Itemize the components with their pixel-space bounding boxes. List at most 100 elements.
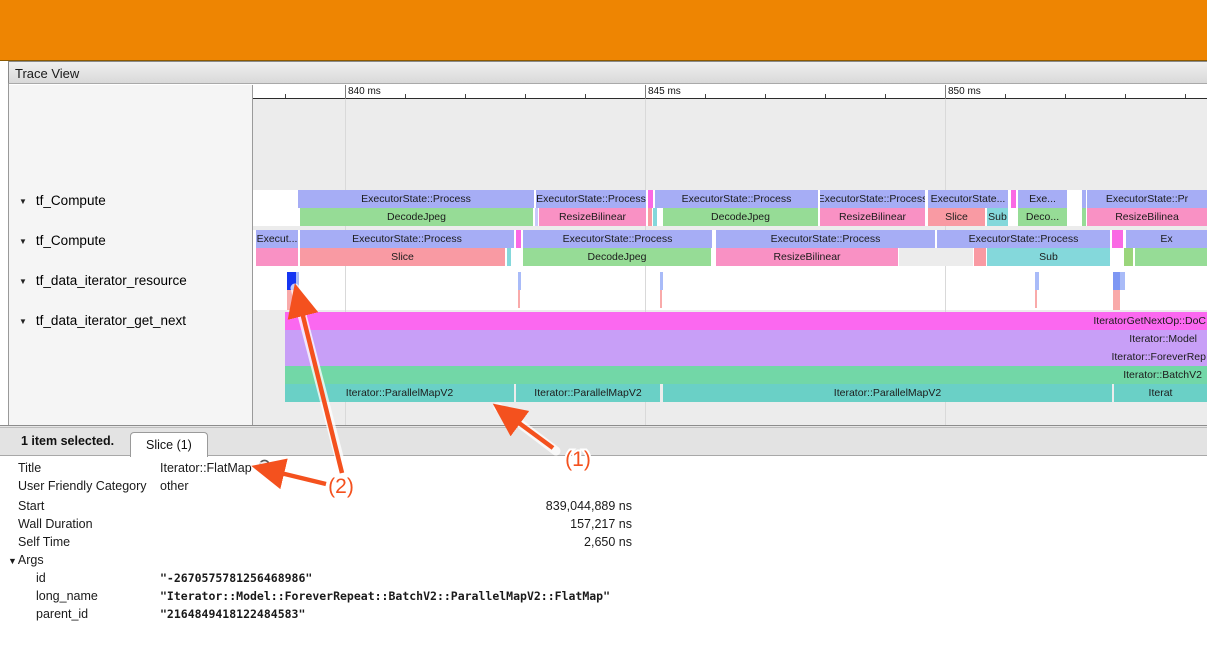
trace-slice[interactable] [648,190,653,208]
trace-slice[interactable]: Ex [1126,230,1207,248]
trace-slice[interactable]: Deco... [1018,208,1067,226]
trace-slice[interactable]: Iterator::ParallelMapV2 [663,384,1112,402]
trace-slice[interactable]: ResizeBilinear [539,208,646,226]
track-label-1[interactable]: ▼tf_Compute [19,232,106,250]
ruler-label: 850 ms [948,86,981,97]
trace-slice[interactable]: ResizeBilinea [1087,208,1207,226]
trace-slice[interactable]: DecodeJpeg [300,208,533,226]
track-label-2[interactable]: ▼tf_data_iterator_resource [19,272,187,290]
trace-slice[interactable]: ExecutorState::Process [300,230,514,248]
trace-slice[interactable] [1082,208,1086,226]
trace-slice[interactable]: ExecutorState::Process [716,230,935,248]
ruler-tick [1125,94,1126,98]
trace-slice[interactable] [256,248,298,266]
trace-slice[interactable] [1113,290,1120,310]
detail-row: Start 839,044,889 ns [0,497,1207,515]
trace-slice[interactable] [1035,272,1039,290]
trace-slice[interactable]: ResizeBilinear [716,248,898,266]
trace-slice[interactable]: Slice [928,208,985,226]
trace-slice[interactable] [1035,290,1037,308]
ruler-major-tick [645,85,646,99]
trace-slice[interactable] [516,230,521,248]
detail-row: TitleIterator::FlatMap [0,459,1207,477]
trace-slice[interactable] [1124,248,1133,266]
ruler-major-tick [345,85,346,99]
trace-slice[interactable] [974,248,986,266]
trace-slice[interactable]: DecodeJpeg [663,208,818,226]
ruler-tick [825,94,826,98]
trace-slice[interactable] [660,290,662,308]
args-toggle[interactable]: ▼Args [8,551,44,569]
arg-value: "Iterator::Model::ForeverRepeat::BatchV2… [160,587,610,605]
trace-slice[interactable]: ExecutorState::Process [298,190,534,208]
trace-slice[interactable]: Iterator::ForeverRep [285,348,1207,366]
ruler-tick [1185,94,1186,98]
trace-slice[interactable] [1120,272,1125,290]
ruler-label: 840 ms [348,86,381,97]
arg-value: "2164849418122484583" [160,605,305,623]
ruler-major-tick [945,85,946,99]
track-label-text: tf_data_iterator_resource [36,273,187,288]
ruler-tick [285,94,286,98]
track-label-text: tf_Compute [36,193,106,208]
detail-value: other [160,477,189,495]
trace-slice[interactable]: ExecutorState::Process [655,190,818,208]
detail-row: Wall Duration157,217 ns [0,515,1207,533]
trace-slice[interactable]: Exe... [1018,190,1067,208]
arg-key: parent_id [36,605,88,623]
ruler-tick [705,94,706,98]
trace-slice[interactable]: Iterat [1114,384,1207,402]
detail-label: Wall Duration [18,515,93,533]
trace-slice[interactable]: ExecutorState::Pr [1087,190,1207,208]
trace-slice[interactable]: Iterator::ParallelMapV2 [516,384,660,402]
track-label-0[interactable]: ▼tf_Compute [19,192,106,210]
trace-slice[interactable] [660,272,663,290]
arg-row: id"-2670575781256468986" [0,569,1207,587]
trace-slice[interactable] [518,290,520,308]
trace-slice[interactable] [287,272,296,290]
track-row-bg [253,266,1207,310]
trace-slice[interactable]: ResizeBilinear [820,208,925,226]
timeline-area[interactable]: 840 ms845 ms850 ms ExecutorState::Proces… [253,85,1207,425]
trace-slice[interactable] [648,208,652,226]
trace-slice[interactable]: Iterator::ParallelMapV2 [285,384,514,402]
trace-slice[interactable] [518,272,521,290]
detail-value: 2,650 ns [160,533,632,551]
trace-slice[interactable] [287,290,297,310]
search-icon[interactable] [258,459,274,475]
trace-slice[interactable] [507,248,511,266]
trace-slice[interactable] [1011,190,1016,208]
trace-slice[interactable] [899,248,973,266]
trace-slice[interactable] [535,208,538,226]
detail-label: User Friendly Category [18,477,147,495]
trace-slice[interactable]: Iterator::Model [285,330,1207,348]
ruler-tick [1005,94,1006,98]
trace-slice[interactable]: ExecutorState... [928,190,1008,208]
timeline-ruler: 840 ms845 ms850 ms [253,85,1207,99]
arg-row: long_name"Iterator::Model::ForeverRepeat… [0,587,1207,605]
trace-slice[interactable]: ExecutorState::Process [523,230,712,248]
trace-slice[interactable]: ExecutorState::Process [820,190,925,208]
details-panel: 1 item selected. Slice (1) ▼Args TitleIt… [0,425,1207,664]
trace-slice[interactable] [653,208,657,226]
trace-slice[interactable] [1135,248,1207,266]
ruler-tick [585,94,586,98]
trace-slice[interactable]: Execut... [256,230,298,248]
trace-slice[interactable] [1082,190,1086,208]
trace-slice[interactable]: ExecutorState::Process [937,230,1110,248]
trace-slice[interactable]: Iterator::BatchV2 [285,366,1207,384]
trace-slice[interactable]: IteratorGetNextOp::DoC [285,312,1207,330]
track-label-3[interactable]: ▼tf_data_iterator_get_next [19,312,186,330]
trace-slice[interactable] [296,272,299,290]
track-label-text: tf_Compute [36,233,106,248]
trace-slice[interactable]: DecodeJpeg [523,248,711,266]
trace-slice[interactable]: Slice [300,248,505,266]
detail-label: Start [18,497,44,515]
trace-slice[interactable] [1112,230,1123,248]
tab-slice[interactable]: Slice (1) [130,432,208,457]
trace-slice[interactable] [1113,272,1120,290]
trace-slice[interactable]: Sub [987,248,1110,266]
trace-slice[interactable]: ExecutorState::Process [536,190,646,208]
detail-value: 839,044,889 ns [160,497,632,515]
trace-slice[interactable]: Sub [987,208,1008,226]
